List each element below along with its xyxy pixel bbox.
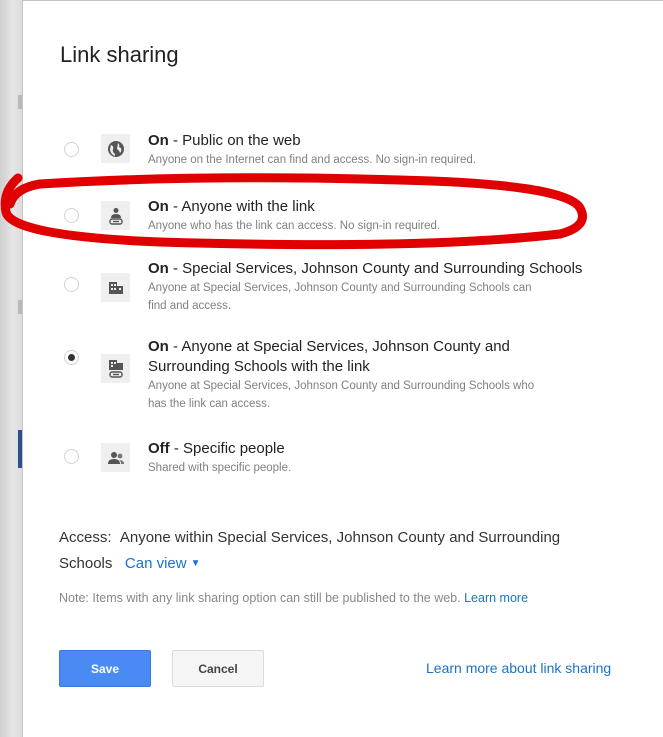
option-title: On - Anyone at Special Services, Johnson… — [148, 338, 510, 355]
option-description: Anyone at Special Services, Johnson Coun… — [148, 282, 532, 294]
option-title: On - Anyone with the link — [148, 198, 315, 215]
radio-specific-people[interactable] — [64, 449, 79, 464]
globe-icon — [101, 134, 130, 163]
option-description-cont: has the link can access. — [148, 398, 271, 410]
radio-organization-with-link[interactable] — [64, 350, 79, 365]
dialog-title: Link sharing — [60, 42, 179, 67]
access-line1: Anyone within Special Services, Johnson … — [119, 529, 561, 546]
access-label: Access: — [59, 529, 112, 546]
building-icon — [101, 273, 130, 302]
note-text: Note: Items with any link sharing option… — [59, 591, 461, 605]
option-title: On - Special Services, Johnson County an… — [148, 260, 583, 277]
option-description-cont: find and access. — [148, 300, 232, 312]
building-link-icon — [101, 354, 130, 383]
permission-dropdown[interactable]: Can view ▼ — [125, 555, 201, 572]
learn-more-link-sharing[interactable]: Learn more about link sharing — [426, 660, 611, 676]
access-line2: Schools — [59, 555, 113, 572]
access-summary: Access: Anyone within Special Services, … — [59, 525, 644, 577]
people-icon — [101, 443, 130, 472]
publish-note: Note: Items with any link sharing option… — [59, 589, 659, 607]
person-link-icon — [101, 201, 130, 230]
learn-more-link[interactable]: Learn more — [464, 591, 528, 605]
option-title: On - Public on the web — [148, 132, 301, 149]
radio-public-web[interactable] — [64, 142, 79, 157]
option-description: Shared with specific people. — [148, 462, 292, 474]
option-title: Off - Specific people — [148, 440, 285, 457]
option-description: Anyone who has the link can access. No s… — [148, 220, 441, 232]
radio-organization[interactable] — [64, 277, 79, 292]
cancel-button[interactable]: Cancel — [172, 650, 264, 687]
permission-label: Can view — [124, 555, 187, 572]
option-title-cont: Surrounding Schools with the link — [148, 358, 370, 375]
background-window-edge — [0, 0, 22, 737]
option-description: Anyone at Special Services, Johnson Coun… — [148, 380, 535, 392]
link-sharing-dialog: Link sharing On - Public on the web Anyo… — [22, 0, 663, 737]
radio-anyone-with-link[interactable] — [64, 208, 79, 223]
save-button[interactable]: Save — [59, 650, 151, 687]
option-description: Anyone on the Internet can find and acce… — [148, 154, 476, 166]
chevron-down-icon: ▼ — [190, 558, 201, 569]
